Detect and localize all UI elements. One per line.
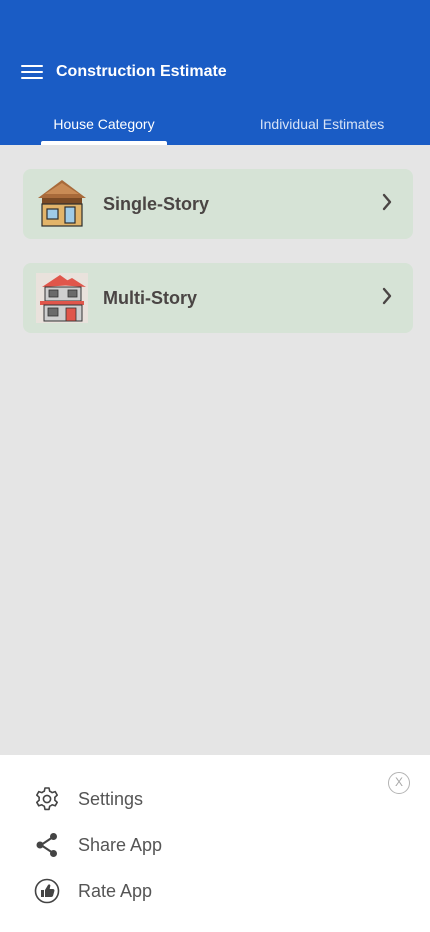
drawer-item-label: Settings <box>78 789 144 809</box>
drawer-item-share-app[interactable]: Share App <box>34 827 334 861</box>
gear-icon <box>36 787 58 811</box>
drawer-item-settings[interactable]: Settings <box>34 781 334 815</box>
tab-indicator <box>41 141 167 145</box>
chevron-right-icon <box>382 287 392 305</box>
drawer-item-label: Share App <box>78 835 163 855</box>
chevron-right-icon <box>382 193 392 211</box>
tab-individual-estimates[interactable]: Individual Estimates <box>244 114 400 145</box>
category-card-multi-story[interactable]: Multi-Story <box>23 263 413 333</box>
app-title: Construction Estimate <box>56 63 227 80</box>
app-bar: Construction Estimate House Category Ind… <box>0 0 430 145</box>
thumbs-up-icon <box>34 878 60 904</box>
share-icon <box>36 833 57 857</box>
multi-story-house-icon <box>36 273 88 323</box>
card-label: Multi-Story <box>103 288 197 308</box>
drawer-item-label: Rate App <box>78 881 153 901</box>
card-label: Single-Story <box>103 194 210 214</box>
hamburger-menu-icon[interactable] <box>21 64 44 81</box>
single-story-house-icon <box>38 180 86 227</box>
close-button[interactable]: X <box>388 772 410 794</box>
drawer-item-rate-app[interactable]: Rate App <box>34 873 334 907</box>
category-card-single-story[interactable]: Single-Story <box>23 169 413 239</box>
